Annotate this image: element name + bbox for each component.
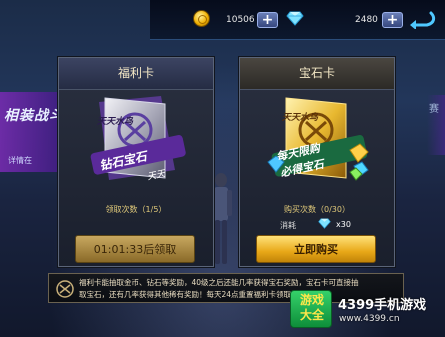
gem-card-art-line1: 天天水鸟: [282, 113, 319, 123]
welfare-card-title: 福利卡: [59, 58, 213, 90]
background-banner-text: 相装战斗: [4, 108, 64, 124]
add-coins-button[interactable]: +: [257, 12, 278, 28]
add-gems-button[interactable]: +: [382, 12, 403, 28]
welfare-card-panel: 福利卡 天天水鸟 钻石宝石 天天 领取次数（1/5） 01:01:33后领取: [58, 57, 214, 267]
gold-coin-icon: [193, 10, 210, 27]
welfare-card-art-line1: 天天水鸟: [97, 117, 134, 127]
coins-value: 10506: [226, 15, 255, 25]
gem-cost-label: 消耗: [280, 221, 296, 230]
emblem-icon: [56, 280, 74, 298]
background-banner-subtext: 详情在: [8, 156, 32, 165]
gems-value: 2480: [355, 15, 378, 25]
diamond-icon: [286, 11, 304, 26]
watermark-badge-text: 游戏大全: [299, 293, 324, 322]
back-arrow-icon[interactable]: [407, 9, 437, 29]
info-line-1: 福利卡能抽取金币、钻石等奖励，40级之后还能几率获得宝石奖励，宝石卡可直接抽: [79, 278, 359, 287]
buy-now-button[interactable]: 立即购买: [256, 235, 376, 263]
gem-card-title: 宝石卡: [240, 58, 394, 90]
diamond-icon: [318, 218, 331, 229]
gem-cost-value: x30: [336, 220, 351, 229]
welfare-claim-count: 领取次数（1/5）: [105, 205, 167, 214]
gem-purchase-count: 购买次数（0/30）: [284, 205, 350, 214]
watermark-url: www.4399.cn: [339, 314, 400, 324]
welfare-claim-timer-button[interactable]: 01:01:33后领取: [75, 235, 195, 263]
background-right-text: 赛: [429, 104, 439, 115]
gem-card-panel: 宝石卡 天天水鸟 每天限购 必得宝石 购买次数（0/30） 消耗 x30 立即购…: [239, 57, 395, 267]
watermark-title: 4399手机游戏: [338, 298, 427, 313]
